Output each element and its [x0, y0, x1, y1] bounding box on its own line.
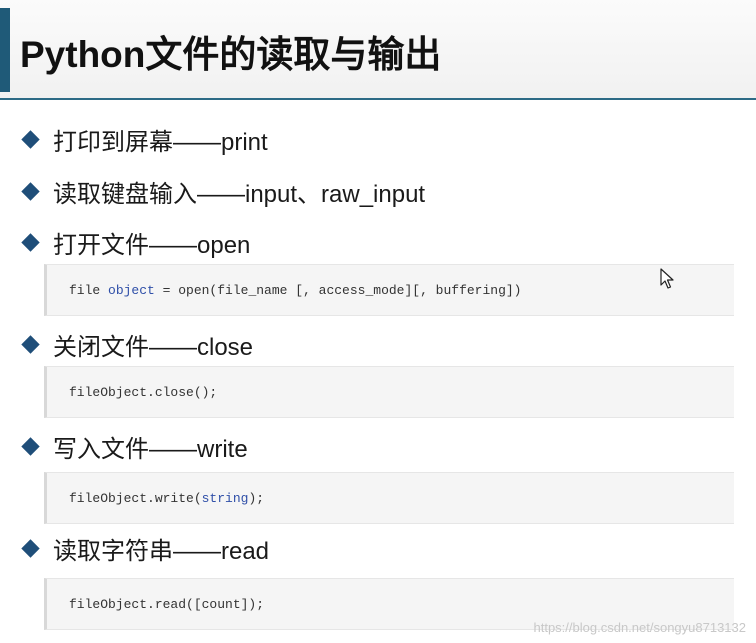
bullet-item-open: 打开文件——open: [21, 224, 251, 260]
bullet-label: 打印到屏幕——print: [53, 128, 268, 156]
title-accent-bar: [0, 8, 10, 92]
bullet-label: 关闭文件——close: [53, 333, 254, 361]
diamond-bullet-icon: [21, 538, 40, 558]
code-text: fileObject.read([count]);: [69, 596, 265, 612]
bullet-label: 写入文件——write: [53, 435, 248, 463]
slide-title-bar: Python文件的读取与输出: [0, 0, 756, 100]
bullet-label: 读取字符串——read: [53, 537, 270, 565]
bullet-item-write: 写入文件——write: [21, 428, 248, 464]
bullet-label: 读取键盘输入——input、raw_input: [53, 180, 426, 208]
code-text: file object = open(file_name [, access_m…: [69, 282, 522, 298]
code-block-close: fileObject.close();: [44, 366, 734, 418]
bullet-item-input: 读取键盘输入——input、raw_input: [21, 173, 426, 209]
diamond-bullet-icon: [21, 129, 40, 149]
code-text: fileObject.write(string);: [69, 490, 265, 506]
slide-title: Python文件的读取与输出: [20, 34, 442, 75]
bullet-item-read: 读取字符串——read: [21, 530, 270, 566]
diamond-bullet-icon: [21, 436, 40, 456]
diamond-bullet-icon: [21, 232, 40, 252]
mouse-pointer-icon: [660, 268, 674, 289]
code-text: fileObject.close();: [69, 384, 218, 400]
code-block-open: file object = open(file_name [, access_m…: [44, 264, 734, 316]
diamond-bullet-icon: [21, 181, 40, 201]
diamond-bullet-icon: [21, 334, 40, 354]
bullet-item-print: 打印到屏幕——print: [21, 121, 268, 157]
bullet-item-close: 关闭文件——close: [21, 326, 254, 362]
watermark-url: https://blog.csdn.net/songyu8713132: [533, 620, 747, 635]
code-block-write: fileObject.write(string);: [44, 472, 734, 524]
bullet-label: 打开文件——open: [53, 231, 251, 259]
